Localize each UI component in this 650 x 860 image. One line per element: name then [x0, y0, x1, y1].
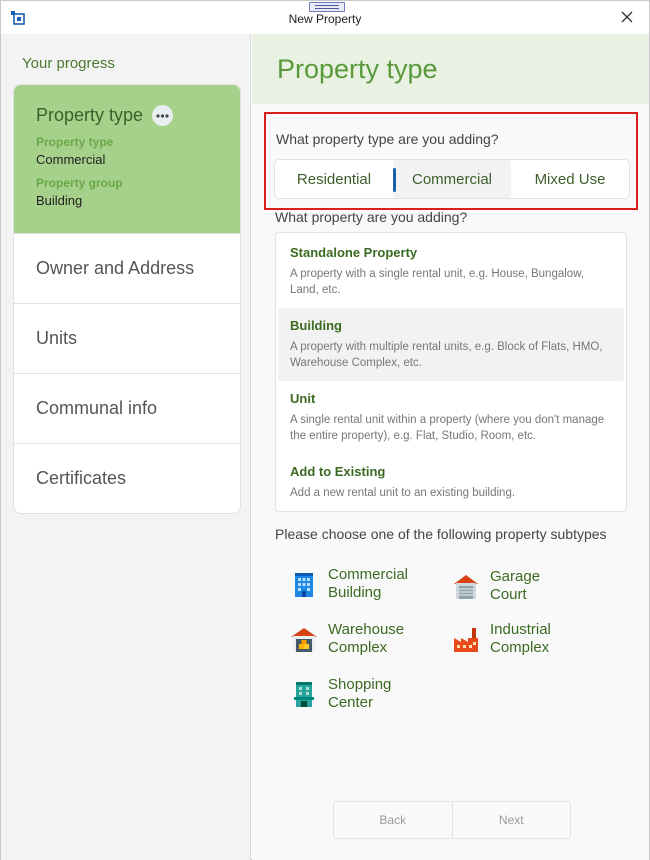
summary-label-property-group: Property group — [36, 176, 123, 190]
page-title: Property type — [277, 53, 438, 84]
property-kind-question-label: What property are you adding? — [275, 209, 468, 225]
segment-mixed-use[interactable]: Mixed Use — [511, 160, 629, 198]
property-type-question: What property type are you adding? Resid… — [264, 112, 638, 210]
drag-handle-icon[interactable] — [309, 2, 345, 12]
subtype-warehouse-complex[interactable]: Warehouse Complex — [290, 621, 414, 657]
subtype-name: Industrial Complex — [490, 621, 551, 656]
more-options-icon[interactable] — [152, 105, 174, 126]
window-title: New Property — [288, 12, 362, 26]
step-property-type[interactable]: Property type Property type Commercial P… — [14, 85, 240, 233]
property-kind-desc: Add a new rental unit to an existing bui… — [290, 487, 516, 499]
property-kind-desc: A single rental unit within a property (… — [290, 414, 605, 442]
property-kind-standalone[interactable]: Standalone Property A property with a si… — [278, 235, 624, 308]
title-bar[interactable]: New Property — [1, 1, 649, 34]
property-kind-desc: A property with multiple rental units, e… — [290, 341, 603, 369]
subtype-name: Warehouse Complex — [328, 621, 405, 656]
summary-value-property-group: Building — [36, 193, 83, 208]
property-kind-title: Unit — [290, 391, 316, 406]
step-owner-and-address[interactable]: Owner and Address — [14, 233, 240, 303]
segment-commercial[interactable]: Commercial — [393, 160, 511, 198]
step-list: Property type Property type Commercial P… — [13, 84, 241, 514]
back-button[interactable]: Back — [334, 802, 452, 838]
office-building-icon — [295, 573, 313, 597]
property-kind-list: Standalone Property A property with a si… — [275, 232, 627, 512]
main-panel: Property type What property type are you… — [252, 34, 649, 860]
summary-label-property-type: Property type — [36, 135, 114, 149]
property-kind-add-to-existing[interactable]: Add to Existing Add a new rental unit to… — [278, 454, 624, 522]
factory-icon — [454, 628, 478, 652]
subtype-garage-court[interactable]: Garage Court — [452, 568, 576, 604]
step-certificates[interactable]: Certificates — [14, 443, 240, 513]
page-header: Property type — [252, 34, 649, 104]
step-communal-info[interactable]: Communal info — [14, 373, 240, 443]
warehouse-icon — [291, 628, 317, 652]
next-button[interactable]: Next — [451, 802, 571, 838]
new-property-window: New Property Your progress Property type… — [0, 0, 650, 860]
subtype-prompt: Please choose one of the following prope… — [275, 526, 607, 542]
property-kind-title: Add to Existing — [290, 464, 386, 479]
property-type-selector: Residential Commercial Mixed Use — [274, 159, 630, 199]
property-kind-desc: A property with a single rental unit, e.… — [290, 268, 585, 296]
subtype-industrial-complex[interactable]: Industrial Complex — [452, 621, 576, 657]
property-type-question-label: What property type are you adding? — [276, 131, 499, 147]
subtype-name: Shopping Center — [328, 676, 392, 711]
subtype-name: Garage Court — [490, 568, 541, 603]
wizard-navigation: Back Next — [333, 801, 571, 839]
progress-sidebar: Your progress Property type Property typ… — [1, 34, 251, 860]
close-icon[interactable] — [619, 9, 635, 25]
shopping-center-icon — [294, 682, 314, 707]
step-units[interactable]: Units — [14, 303, 240, 373]
property-kind-title: Standalone Property — [290, 245, 418, 260]
property-kind-title: Building — [290, 318, 342, 333]
subtype-name: Commercial Building — [328, 566, 409, 601]
subtype-shopping-center[interactable]: Shopping Center — [290, 676, 414, 712]
segment-residential[interactable]: Residential — [275, 160, 393, 198]
property-kind-unit[interactable]: Unit A single rental unit within a prope… — [278, 381, 624, 454]
garage-icon — [454, 575, 478, 599]
property-kind-building[interactable]: Building A property with multiple rental… — [278, 308, 624, 381]
step-title: Property type — [36, 105, 144, 125]
subtype-commercial-building[interactable]: Commercial Building — [290, 566, 414, 602]
summary-value-property-type: Commercial — [36, 152, 106, 167]
progress-heading: Your progress — [22, 55, 115, 72]
